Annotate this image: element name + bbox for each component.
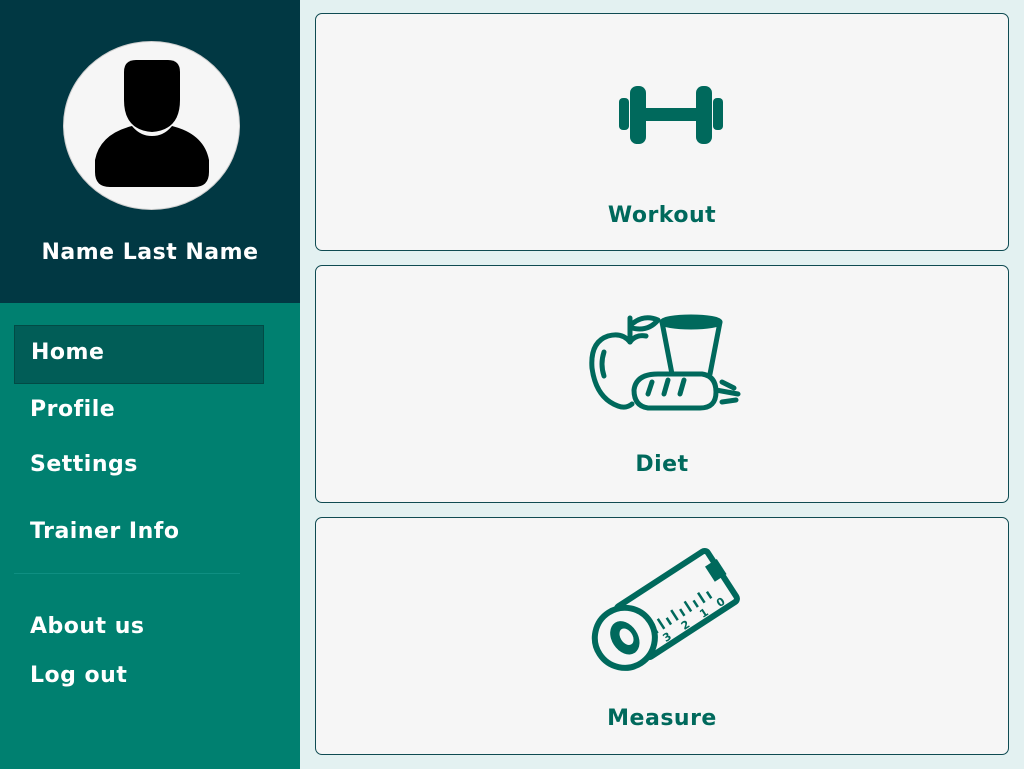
tape-measure-icon: 3 2 1 0 [591, 548, 740, 671]
diet-card[interactable]: Diet [315, 265, 1009, 503]
workout-card[interactable]: Workout [315, 13, 1009, 251]
diet-label: Diet [635, 452, 689, 477]
nav-item-log-out[interactable]: Log out [14, 649, 264, 708]
measure-card[interactable]: 3 2 1 0 Measure [315, 517, 1009, 755]
measure-label: Measure [607, 706, 717, 731]
user-name: Name Last Name [41, 240, 259, 265]
workout-label: Workout [607, 203, 717, 228]
sidebar: Name Last Name Home Profile Settings Tra… [0, 0, 300, 769]
nav-item-settings[interactable]: Settings [14, 438, 264, 497]
user-silhouette-icon [95, 60, 209, 187]
avatar[interactable] [63, 41, 240, 210]
nav-item-trainer-info[interactable]: Trainer Info [14, 505, 264, 564]
dumbbell-icon [619, 86, 723, 144]
profile-header: Name Last Name [0, 0, 300, 303]
food-icon [589, 314, 741, 411]
nav-item-home[interactable]: Home [14, 325, 264, 384]
nav-divider [14, 573, 240, 574]
nav-item-profile[interactable]: Profile [14, 383, 264, 442]
app-root: Name Last Name Home Profile Settings Tra… [0, 0, 1024, 769]
